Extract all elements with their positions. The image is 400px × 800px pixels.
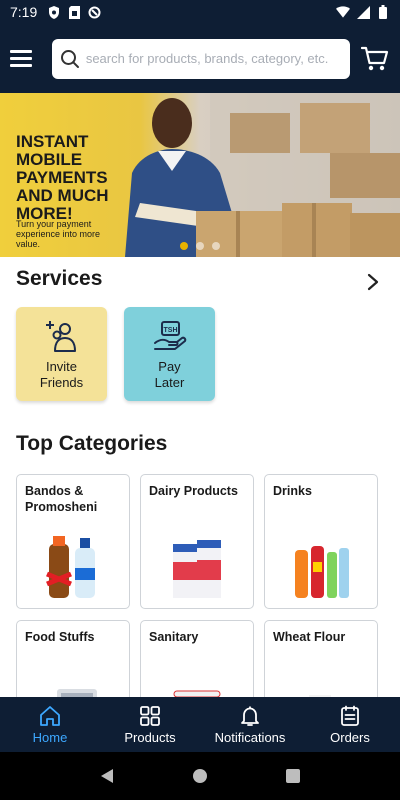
battery-icon <box>376 5 390 19</box>
status-left: 7:19 <box>10 4 101 20</box>
nav-notifications[interactable]: Notifications <box>200 697 300 752</box>
category-name: Drinks <box>273 484 312 498</box>
app-header <box>0 24 400 93</box>
invite-friends-icon <box>45 321 76 352</box>
search-icon <box>60 49 79 68</box>
search-input[interactable] <box>85 51 343 66</box>
pay-later-card[interactable]: TSH Pay Later <box>124 307 215 401</box>
cart-icon <box>361 46 389 70</box>
shield-notification-icon <box>47 5 61 19</box>
wifi-icon <box>336 5 350 19</box>
grid-icon <box>140 705 160 726</box>
milk-cartons-image <box>173 540 221 598</box>
nav-notifications-label: Notifications <box>214 729 286 745</box>
menu-icon-bar <box>10 57 32 60</box>
banner-headline: INSTANT MOBILE PAYMENTS AND MUCH MORE! <box>16 132 109 223</box>
home-circle-icon[interactable] <box>192 768 208 784</box>
menu-icon-bar <box>10 50 32 53</box>
pay-later-label: Pay Later <box>154 359 185 390</box>
invite-friends-card[interactable]: Invite Friends <box>16 307 107 401</box>
banner-pagination <box>180 242 220 250</box>
recents-icon[interactable] <box>285 768 301 784</box>
home-icon <box>40 705 60 726</box>
bottom-nav: Home Products Notifications Orders <box>0 697 400 752</box>
category-card-dairy[interactable]: Dairy Products <box>140 474 254 609</box>
soda-bottles-image <box>295 546 349 598</box>
category-name: Dairy Products <box>149 484 238 498</box>
menu-button[interactable] <box>10 44 40 74</box>
bottles-image <box>46 536 95 598</box>
promo-banner[interactable]: INSTANT MOBILE PAYMENTS AND MUCH MORE! T… <box>0 93 400 257</box>
signal-icon <box>356 5 370 19</box>
category-image <box>141 528 253 600</box>
nav-orders[interactable]: Orders <box>300 697 400 752</box>
banner-subtext: Turn your payment experience into more v… <box>16 219 101 249</box>
nav-products[interactable]: Products <box>100 697 200 752</box>
nav-orders-label: Orders <box>330 729 370 745</box>
category-name: Wheat Flour <box>273 630 346 644</box>
banner-dot[interactable] <box>196 242 204 250</box>
invite-friends-label: Invite Friends <box>39 359 84 390</box>
nav-home[interactable]: Home <box>0 697 100 752</box>
category-image <box>17 528 129 600</box>
cart-button[interactable] <box>360 44 390 74</box>
menu-icon-bar <box>10 64 32 67</box>
orders-icon <box>341 705 359 726</box>
status-time: 7:19 <box>10 4 38 20</box>
category-card-bandos[interactable]: Bandos & Promosheni <box>16 474 130 609</box>
category-image <box>265 528 377 600</box>
banner-dot[interactable] <box>212 242 220 250</box>
nav-products-label: Products <box>124 729 176 745</box>
data-saver-icon <box>87 5 101 19</box>
top-categories-title: Top Categories <box>16 432 168 455</box>
category-name: Food Stuffs <box>25 630 95 644</box>
pay-later-badge: TSH <box>163 327 177 334</box>
system-nav-bar <box>0 752 400 800</box>
banner-dot[interactable] <box>180 242 188 250</box>
bell-icon <box>241 706 259 726</box>
back-icon[interactable] <box>99 768 115 784</box>
category-name: Sanitary <box>149 630 199 644</box>
status-right <box>336 5 390 19</box>
category-card-drinks[interactable]: Drinks <box>264 474 378 609</box>
search-box[interactable] <box>51 38 351 79</box>
category-name: Bandos & Promosheni <box>25 484 98 514</box>
status-bar: 7:19 <box>0 0 400 24</box>
sim-notification-icon <box>67 5 81 19</box>
chevron-right-icon[interactable] <box>366 273 380 291</box>
services-title: Services <box>16 267 103 290</box>
nav-home-label: Home <box>32 729 68 745</box>
pay-later-icon: TSH <box>153 321 186 350</box>
